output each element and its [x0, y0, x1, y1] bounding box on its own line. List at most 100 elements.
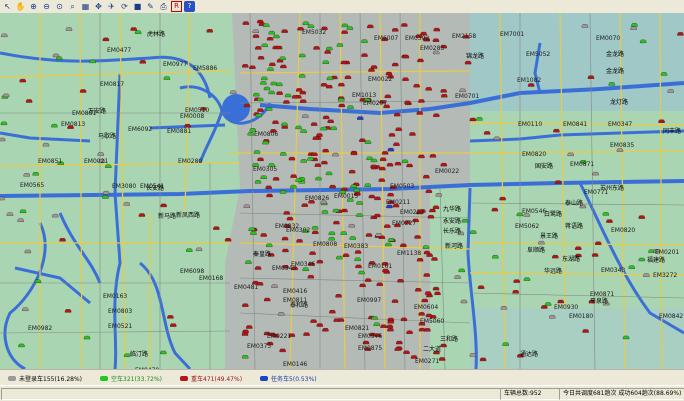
measure-tool[interactable]: ⌕ — [67, 1, 78, 12]
vehicle-marker — [288, 157, 296, 161]
vehicle-marker — [266, 107, 273, 111]
vehicle-marker — [322, 149, 329, 153]
status-bar: 车辆总数:952 今日共调度681趟次 成功604趟次(88.69%) — [0, 385, 684, 401]
vehicle-marker — [477, 285, 485, 289]
vehicle-marker — [260, 175, 267, 179]
r-tool[interactable]: R — [171, 1, 182, 12]
vehicle-marker — [581, 24, 589, 28]
legend-label: 重车471(49.47%) — [191, 375, 243, 383]
vehicle-marker — [554, 180, 562, 184]
vehicle-marker — [300, 99, 307, 103]
zoom-out-tool[interactable]: ⊖ — [41, 1, 52, 12]
vehicle-marker — [469, 117, 477, 122]
vehicle-marker — [341, 23, 349, 28]
vehicle-id-label: EM1013 — [352, 92, 377, 99]
vehicle-marker — [266, 193, 273, 198]
vehicle-marker — [260, 81, 267, 85]
vehicle-marker — [361, 53, 368, 57]
vehicle-marker — [643, 273, 650, 277]
vehicle-marker — [413, 84, 420, 88]
vehicle-marker — [130, 27, 137, 31]
road-label: 金龙路 — [606, 51, 625, 58]
vehicle-marker — [265, 185, 272, 189]
vehicle-marker — [364, 278, 372, 282]
vehicle-marker — [302, 21, 310, 25]
vehicle-marker — [224, 238, 232, 242]
vehicle-marker — [658, 119, 665, 123]
vehicle-marker — [367, 24, 374, 29]
vehicle-marker — [0, 121, 8, 125]
full-extent-tool[interactable]: ▦ — [80, 1, 91, 12]
road-label: 三和路 — [440, 336, 459, 343]
vehicle-marker — [406, 330, 413, 334]
vehicle-marker — [279, 56, 286, 60]
vehicle-marker — [123, 202, 130, 206]
car-icon — [100, 375, 109, 381]
vehicle-marker — [272, 177, 280, 181]
vehicle-marker — [394, 347, 401, 351]
vehicle-marker — [387, 147, 395, 152]
status-message — [1, 388, 501, 400]
road-label: 通达路 — [520, 351, 539, 358]
vehicle-marker — [557, 299, 564, 304]
vehicle-id-label: EM0223 — [400, 209, 425, 216]
vehicle-marker — [346, 26, 354, 30]
vehicle-id-label: EM0811 — [283, 297, 308, 304]
vehicle-id-label: EM5886 — [193, 65, 218, 72]
layer-tool[interactable]: ✥ — [93, 1, 104, 12]
vehicle-marker — [538, 240, 545, 245]
vehicle-marker — [261, 43, 268, 47]
edit-tool[interactable]: ✎ — [145, 1, 156, 12]
vehicle-id-label: EM0477 — [107, 47, 132, 54]
map-canvas[interactable]: 万安路 马歇路 长安路 新马路 新凤西路 秦皇路 泰和路 九华路 永安路 长乐路 新河路 三和路 二大道… — [0, 13, 684, 369]
vehicle-marker — [257, 108, 264, 112]
road-label: 国安路 — [535, 163, 554, 170]
vehicle-marker — [55, 56, 63, 60]
vehicle-marker — [406, 163, 413, 168]
vehicle-marker — [307, 275, 315, 279]
vehicle-id-label: EM0977 — [163, 61, 188, 68]
vehicle-marker — [429, 154, 437, 158]
stop-tool[interactable]: ■ — [132, 1, 143, 12]
vehicle-marker — [388, 133, 396, 137]
vehicle-marker — [630, 26, 637, 30]
vehicle-legend-bar: 未登录车155(16.28%) 空车321(33.72%) 重车471(49.47%… — [0, 369, 684, 386]
vehicle-marker — [51, 124, 58, 128]
print-tool[interactable]: ⎙ — [158, 1, 169, 12]
vehicle-marker — [353, 188, 360, 192]
vehicle-marker — [332, 152, 339, 157]
vehicle-marker — [322, 60, 329, 64]
zoom-in-tool[interactable]: ⊕ — [28, 1, 39, 12]
vehicle-marker — [350, 184, 357, 188]
vehicle-marker — [354, 257, 361, 261]
vehicle-marker — [160, 203, 167, 208]
pointer-tool[interactable]: ↖ — [2, 1, 13, 12]
vehicle-marker — [300, 129, 307, 133]
vehicle-marker — [364, 140, 372, 144]
vehicle-id-label: EM0008 — [180, 113, 205, 120]
vehicle-marker — [438, 357, 446, 361]
vehicle-marker — [257, 97, 264, 102]
vehicle-marker — [3, 93, 10, 98]
road-label: 泰山路 — [565, 200, 584, 207]
help-tool[interactable]: ? — [184, 1, 195, 12]
vehicle-marker — [454, 275, 461, 279]
vehicle-id-label: EM0565 — [20, 182, 45, 189]
vehicle-marker — [321, 210, 329, 214]
vehicle-marker — [138, 213, 146, 217]
pan-hand-tool[interactable]: ✋ — [15, 1, 26, 12]
vehicle-marker — [269, 62, 276, 66]
vehicle-marker — [361, 39, 368, 43]
vehicle-marker — [281, 29, 288, 33]
vehicle-marker — [264, 297, 271, 302]
vehicle-marker — [0, 196, 5, 201]
vehicle-id-label: EM0021 — [84, 158, 109, 165]
vehicle-marker — [283, 211, 290, 215]
vehicle-marker — [105, 164, 112, 168]
vehicle-marker — [513, 279, 520, 283]
vehicle-marker — [315, 176, 322, 181]
zoom-region-tool[interactable]: ⊙ — [54, 1, 65, 12]
vehicle-track-tool[interactable]: ✈ — [106, 1, 117, 12]
legend-heavy: 重车471(49.47%) — [180, 374, 242, 383]
refresh-tool[interactable]: ⟳ — [119, 1, 130, 12]
